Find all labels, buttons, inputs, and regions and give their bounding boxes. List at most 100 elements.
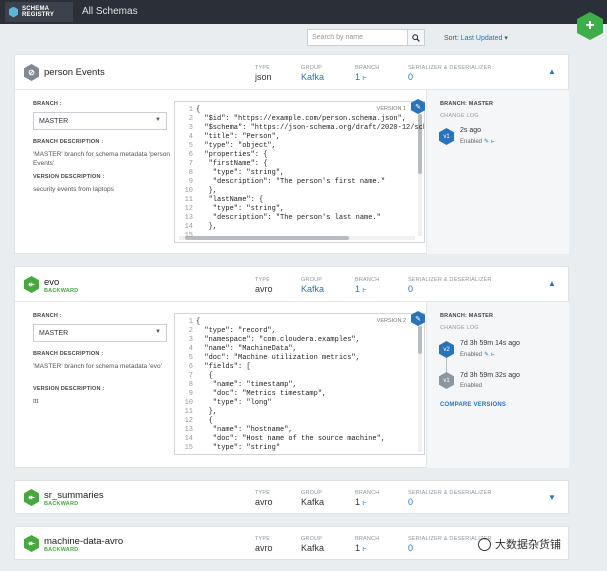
code-line: 15 "type": "string"	[175, 444, 280, 453]
search-input[interactable]	[308, 30, 407, 45]
schema-code-editor[interactable]: VERSION 2 1{2 "type": "record", 3 "namesp…	[174, 313, 425, 455]
code-line: 3 "$schema": "https://json-schema.org/dr…	[175, 124, 424, 133]
serdes-value[interactable]: 0	[408, 284, 413, 294]
edit-icon[interactable]: ✎	[484, 352, 489, 358]
search-button[interactable]	[407, 30, 424, 45]
version-badge-v2[interactable]: v2	[439, 341, 454, 358]
watermark-text: 大数据杂货铺	[495, 539, 561, 551]
horizontal-scrollbar[interactable]	[179, 236, 415, 240]
line-number: 7	[188, 160, 193, 168]
line-number: 14	[184, 435, 193, 443]
group-label: GROUP	[301, 490, 323, 496]
schema-code-editor[interactable]: VERSION 1 1{2 "$id": "https://example.co…	[174, 101, 425, 243]
code-line: 4 "title": "Person",	[175, 133, 280, 142]
schema-registry-logo[interactable]: SCHEMA REGISTRY	[5, 2, 73, 22]
code-text: "type": "string",	[196, 169, 285, 177]
side-branch-label: BRANCH: MASTER	[440, 313, 494, 319]
sort-control[interactable]: Sort: Last Updated ▾	[444, 34, 508, 42]
line-number: 2	[188, 327, 193, 335]
code-line: 13 "name": "hostname",	[175, 426, 293, 435]
code-line: 1{	[175, 318, 200, 327]
logo-icon	[9, 6, 18, 18]
code-text: "type": "record",	[196, 327, 276, 335]
edit-icon[interactable]: ✎	[484, 139, 489, 145]
code-line: 1{	[175, 106, 200, 115]
line-number: 13	[184, 426, 193, 434]
expand-chevron-icon[interactable]: ▼	[548, 493, 556, 502]
compare-versions-link[interactable]: COMPARE VERSIONS	[440, 402, 506, 408]
schema-card-person-events: ⊘ person Events TYPE json GROUP Kafka BR…	[14, 54, 569, 254]
group-label: GROUP	[301, 65, 323, 71]
serdes-value[interactable]: 0	[408, 543, 413, 553]
version-state: Enabled ✎ ⥼	[460, 139, 495, 145]
schema-name[interactable]: machine-data-avro	[44, 536, 123, 547]
code-text: "lastName": {	[196, 196, 264, 204]
code-line: 14 "doc": "Host name of the source machi…	[175, 435, 385, 444]
chevron-down-icon: ▼	[155, 117, 161, 123]
code-line: 13 "description": "The person's last nam…	[175, 214, 381, 223]
schema-card-header[interactable]: ⊘ person Events TYPE json GROUP Kafka BR…	[15, 55, 568, 89]
collapse-chevron-icon[interactable]: ▲	[548, 279, 556, 288]
type-label: TYPE	[255, 65, 271, 71]
branch-description: 'MASTER' branch for schema metadata 'evo…	[33, 363, 162, 370]
branch-label: BRANCH	[355, 490, 380, 496]
version-state: Enabled	[460, 383, 483, 389]
serdes-label: SERIALIZER & DESERIALIZER	[408, 65, 492, 71]
code-text: "title": "Person",	[196, 133, 281, 141]
type-label: TYPE	[255, 490, 271, 496]
type-value: avro	[255, 497, 273, 507]
code-text: "fields": [	[196, 363, 251, 371]
code-text: "type": "string"	[196, 444, 281, 452]
code-line: 10 "type": "long"	[175, 399, 272, 408]
type-value: avro	[255, 284, 273, 294]
search-box	[307, 29, 425, 46]
branch-label: BRANCH	[355, 536, 380, 542]
line-number: 8	[188, 169, 193, 177]
schema-name[interactable]: sr_summaries	[44, 490, 104, 501]
group-value: Kafka	[301, 284, 325, 294]
branch-select[interactable]: MASTER ▼	[33, 112, 167, 130]
code-line: 12 {	[175, 417, 213, 426]
code-text: },	[196, 187, 218, 195]
branch-icon: ⥼	[362, 546, 367, 553]
sort-value[interactable]: Last Updated	[461, 35, 503, 42]
serdes-value[interactable]: 0	[408, 497, 413, 507]
line-number: 10	[184, 187, 193, 195]
version-description: security events from laptops	[33, 186, 114, 193]
version-label: VERSION 1	[376, 106, 406, 112]
compatibility-badge: BACKWARD	[44, 501, 79, 507]
schema-name[interactable]: evo	[44, 277, 59, 288]
code-text: "firstName": {	[196, 160, 268, 168]
schema-card-header[interactable]: ↞ evo BACKWARD TYPE avro GROUP Kafka BRA…	[15, 267, 568, 301]
version-badge-v1[interactable]: v1	[439, 372, 454, 389]
fork-icon[interactable]: ⥼	[491, 139, 494, 145]
version-badge-v1[interactable]: v1	[439, 128, 454, 145]
type-label: TYPE	[255, 536, 271, 542]
line-number: 10	[184, 399, 193, 407]
line-number: 4	[188, 345, 193, 353]
version-label: VERSION 2	[376, 318, 406, 324]
type-value: json	[255, 72, 272, 82]
group-label: GROUP	[301, 536, 323, 542]
code-line: 11 "lastName": {	[175, 196, 264, 205]
branch-description-label: BRANCH DESCRIPTION :	[33, 351, 104, 357]
collapse-chevron-icon[interactable]: ▲	[548, 67, 556, 76]
branch-count: 1 ⥼	[355, 497, 367, 507]
serdes-value[interactable]: 0	[408, 72, 413, 82]
group-label: GROUP	[301, 277, 323, 283]
branch-description-label: BRANCH DESCRIPTION :	[33, 139, 104, 145]
schema-card-sr-summaries[interactable]: ↞ sr_summaries BACKWARD TYPE avro GROUP …	[14, 480, 569, 514]
serdes-label: SERIALIZER & DESERIALIZER	[408, 277, 492, 283]
branch-select[interactable]: MASTER ▼	[33, 324, 167, 342]
branch-field-label: BRANCH :	[33, 313, 62, 319]
code-line: 11 },	[175, 408, 217, 417]
group-value: Kafka	[301, 72, 325, 82]
code-line: 10 },	[175, 187, 217, 196]
line-number: 3	[188, 336, 193, 344]
fork-icon[interactable]: ⥼	[491, 352, 494, 358]
vertical-scrollbar[interactable]	[418, 318, 422, 452]
schema-name[interactable]: person Events	[44, 67, 105, 78]
code-line: 7 "firstName": {	[175, 160, 268, 169]
branch-icon: ⥼	[362, 287, 367, 294]
sort-label: Sort:	[444, 35, 459, 42]
